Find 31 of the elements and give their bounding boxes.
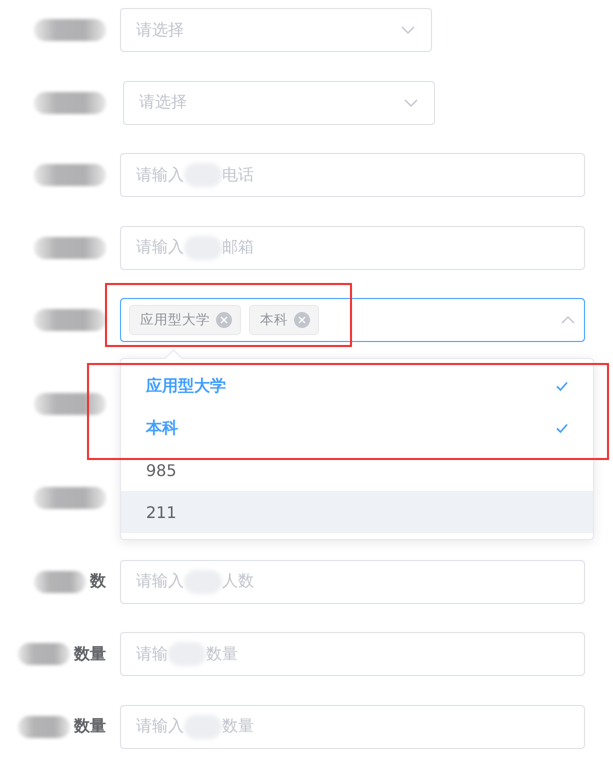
- blurred-label: [34, 487, 106, 509]
- select-field[interactable]: 请选择: [123, 80, 435, 124]
- blurred-label: [34, 164, 106, 186]
- check-icon: [555, 379, 569, 393]
- field-label: 数量: [74, 716, 106, 737]
- dropdown-option[interactable]: 本科: [121, 407, 593, 449]
- input-field[interactable]: 请输入 电话: [120, 153, 585, 197]
- blurred-label: [34, 92, 106, 114]
- input-field[interactable]: 请输入 数量: [120, 704, 585, 748]
- tag: 本科: [249, 305, 319, 335]
- field-label: 数: [90, 571, 106, 592]
- tag: 应用型大学: [129, 305, 241, 335]
- input-field[interactable]: 请输入 人数: [120, 560, 585, 604]
- check-icon: [555, 421, 569, 435]
- blurred-label: [34, 309, 106, 331]
- close-icon[interactable]: [294, 312, 310, 328]
- multi-select-field[interactable]: 应用型大学 本科: [120, 298, 585, 342]
- dropdown-option[interactable]: 211: [121, 491, 593, 533]
- dropdown-option[interactable]: 应用型大学: [121, 365, 593, 407]
- blurred-label: [34, 19, 106, 41]
- input-field[interactable]: 请输 数量: [120, 632, 585, 676]
- close-icon[interactable]: [216, 312, 232, 328]
- input-field[interactable]: 请输入 邮箱: [120, 226, 585, 270]
- dropdown-option[interactable]: 985: [121, 449, 593, 491]
- blurred-label: [34, 236, 106, 258]
- blurred-label: [34, 392, 106, 414]
- blurred-label: [34, 570, 86, 592]
- blurred-label: [18, 643, 70, 665]
- field-label: 数量: [74, 644, 106, 664]
- select-field[interactable]: 请选择: [120, 8, 432, 52]
- blurred-label: [18, 716, 70, 738]
